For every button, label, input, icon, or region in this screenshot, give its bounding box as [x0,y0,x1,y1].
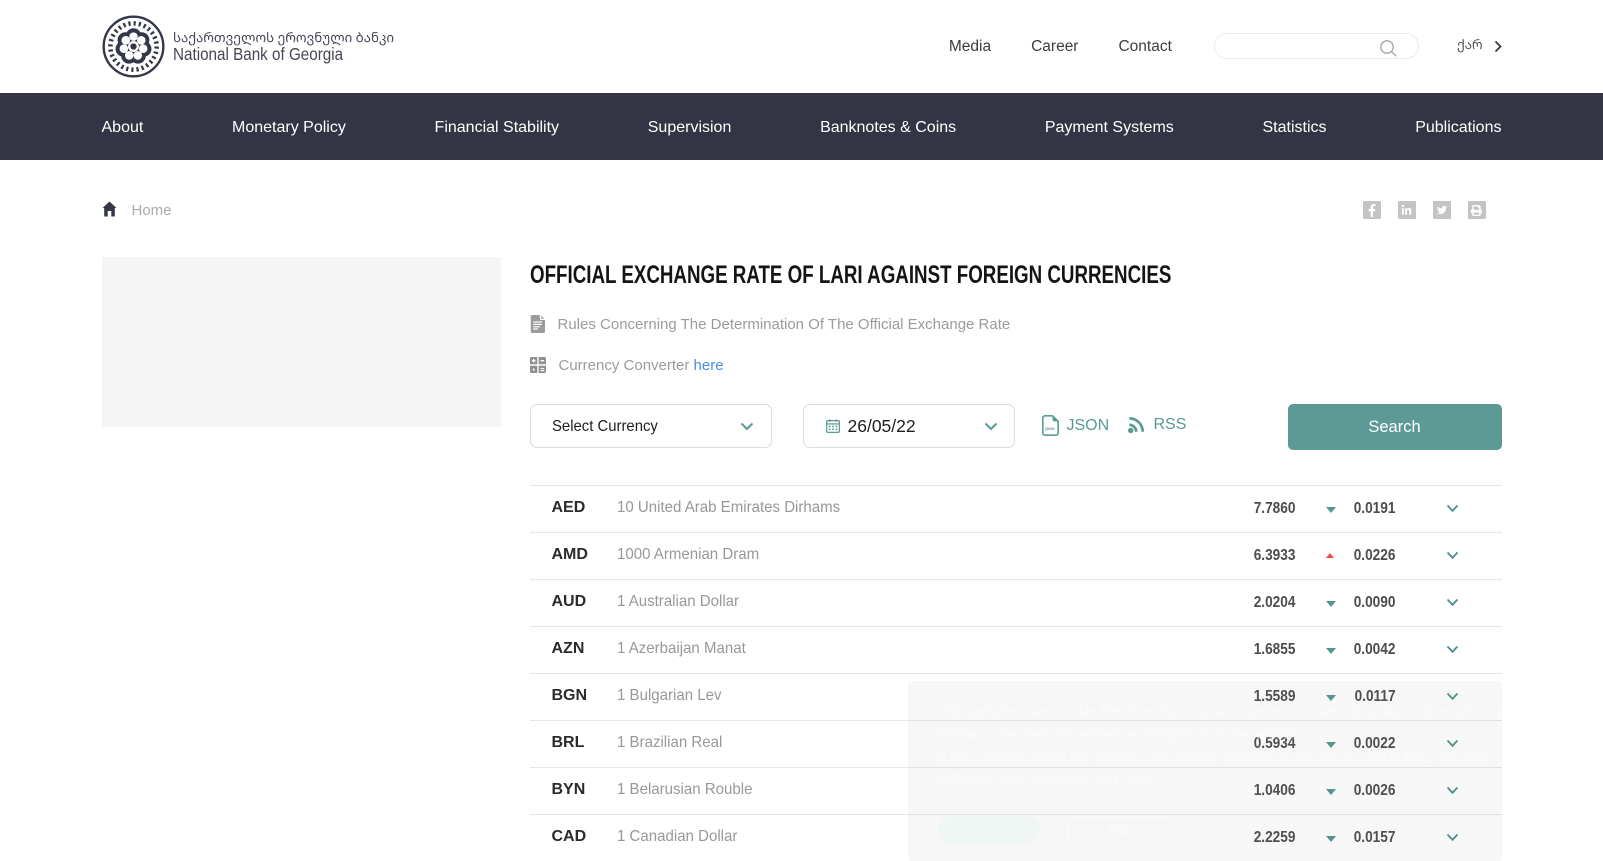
svg-text:json: json [1044,426,1055,431]
